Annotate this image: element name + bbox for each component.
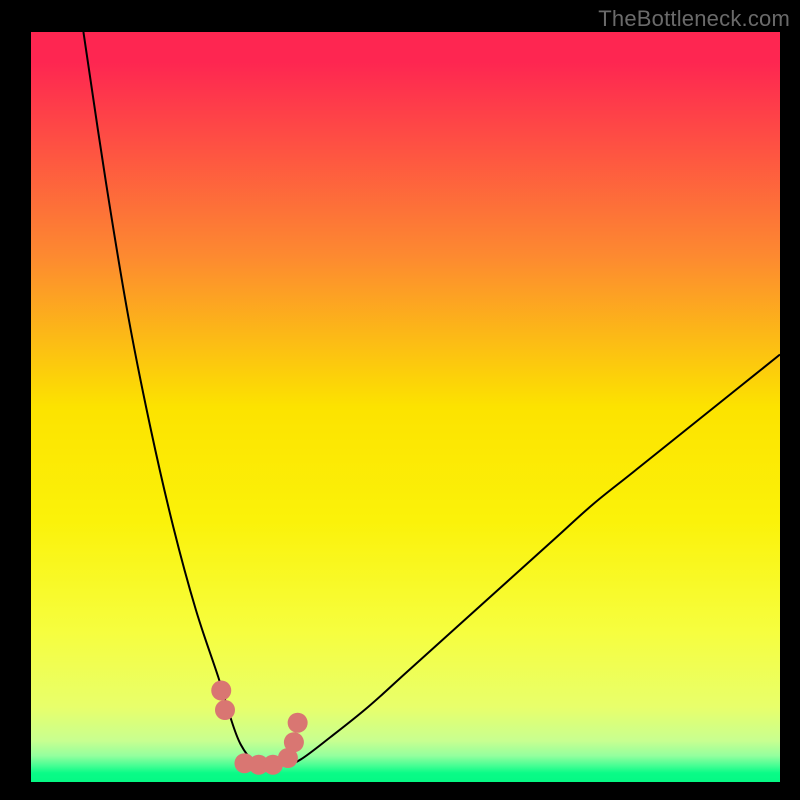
chart-container: TheBottleneck.com — [0, 0, 800, 800]
plot-background — [31, 32, 780, 782]
watermark-text: TheBottleneck.com — [598, 6, 790, 32]
curve-marker — [284, 732, 304, 752]
curve-marker — [211, 681, 231, 701]
chart-svg — [0, 0, 800, 800]
curve-marker — [288, 713, 308, 733]
curve-marker — [215, 700, 235, 720]
